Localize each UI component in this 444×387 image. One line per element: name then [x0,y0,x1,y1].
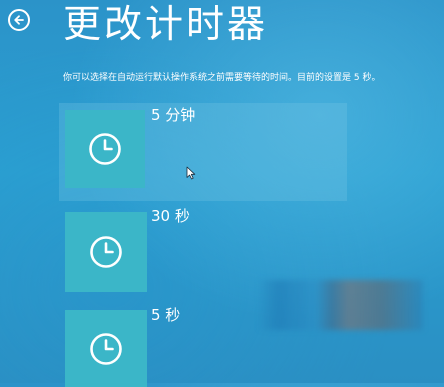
blurred-watermark [258,280,423,330]
option-label: 5 秒 [151,306,181,324]
option-label: 5 分钟 [151,106,196,124]
page-title: 更改计时器 [63,2,269,46]
mouse-pointer-icon [186,166,196,180]
option-5-minutes[interactable]: 5 分钟 [59,103,347,201]
option-30-seconds[interactable]: 30 秒 [59,207,190,299]
back-arrow-icon [14,15,24,25]
clock-icon [89,133,121,165]
option-tile [65,310,147,387]
clock-icon [90,332,122,365]
description-text: 你可以选择在自动运行默认操作系统之前需要等待的时间。目前的设置是 5 秒。 [63,73,381,83]
option-5-seconds[interactable]: 5 秒 [59,306,180,387]
option-tile [65,110,145,188]
option-tile [65,212,147,292]
option-label: 30 秒 [151,207,190,225]
back-button[interactable] [8,9,30,31]
clock-icon [90,236,122,268]
